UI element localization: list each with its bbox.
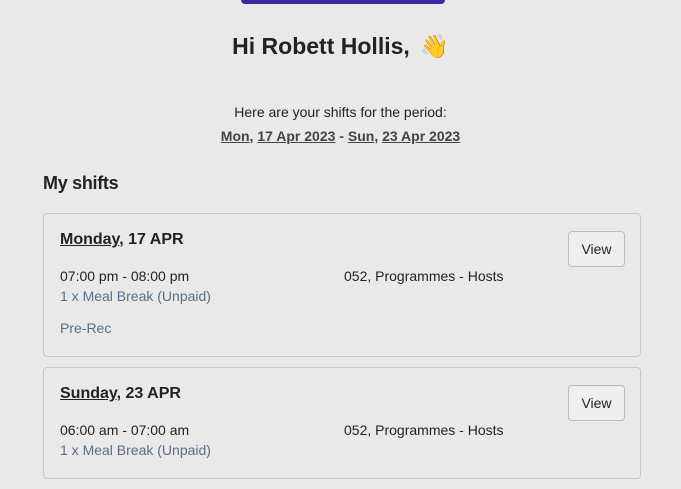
top-accent-bar xyxy=(241,0,445,4)
waving-hand-icon: 👋 xyxy=(420,33,449,59)
view-shift-button[interactable]: View xyxy=(568,385,625,421)
period-start-day: Mon xyxy=(220,128,250,144)
shift-day: Sunday xyxy=(60,385,117,402)
shift-date: Monday, 17 APR xyxy=(60,231,184,248)
period-intro: Here are your shifts for the period: xyxy=(234,104,447,120)
shift-date-value: 23 APR xyxy=(125,385,181,402)
greeting-heading: Hi Robett Hollis, 👋 xyxy=(0,33,681,60)
greeting-text: Hi Robett Hollis, xyxy=(232,33,410,59)
shift-break: 1 x Meal Break (Unpaid) xyxy=(60,288,211,304)
section-title: My shifts xyxy=(43,173,119,193)
shift-day: Monday xyxy=(60,231,120,248)
shift-time: 06:00 am - 07:00 am xyxy=(60,422,190,438)
shift-location: 052, Programmes - Hosts xyxy=(344,268,504,284)
shift-date-value: 17 APR xyxy=(128,231,184,248)
shift-date: Sunday, 23 APR xyxy=(60,385,181,402)
shift-tag: Pre-Rec xyxy=(60,320,112,336)
period-end-date: 23 Apr 2023 xyxy=(382,128,461,144)
period-end-day: Sun xyxy=(347,128,375,144)
period-range: Mon, 17 Apr 2023 - Sun, 23 Apr 2023 xyxy=(220,128,461,144)
shift-time: 07:00 pm - 08:00 pm xyxy=(60,268,190,284)
period-start-date: 17 Apr 2023 xyxy=(257,128,336,144)
shift-card: Sunday, 23 APR View 06:00 am - 07:00 am … xyxy=(43,367,641,479)
view-shift-button[interactable]: View xyxy=(568,231,625,267)
period-separator: - xyxy=(339,128,344,144)
shift-break: 1 x Meal Break (Unpaid) xyxy=(60,442,211,458)
shift-location: 052, Programmes - Hosts xyxy=(344,422,504,438)
shift-card: Monday, 17 APR View 07:00 pm - 08:00 pm … xyxy=(43,213,641,357)
